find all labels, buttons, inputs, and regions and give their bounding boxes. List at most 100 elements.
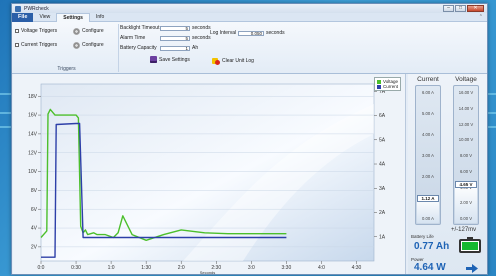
minimize-button[interactable]: – <box>443 5 454 12</box>
tab-view[interactable]: View <box>33 13 56 22</box>
alarm-time-label: Alarm Time <box>120 35 146 41</box>
legend-swatch-current <box>376 84 381 89</box>
y-left-tick-label: 14V <box>28 131 38 137</box>
legend-item-current: Current <box>376 84 398 89</box>
backlight-timeout-unit: seconds <box>192 25 211 31</box>
x-tick-label: 0:0 <box>38 265 45 271</box>
clear-unit-log-button[interactable]: Clear Unit Log <box>212 57 254 65</box>
voltage-meter-tick: 16.00 V <box>458 90 474 95</box>
current-meter-tick: 4.00 A <box>422 132 434 137</box>
settings-group: Backlight Timeout 5 seconds Alarm Time 5… <box>120 24 320 72</box>
y-left-tick-label: 10V <box>28 169 38 175</box>
arrow-right-icon <box>466 264 478 273</box>
readings-panel: Current Voltage 6.00 A 5.00 A 4.00 A 3.00 A… <box>408 74 487 274</box>
battery-capacity-label: Battery Capacity <box>120 45 157 51</box>
x-tick-label: 2:0 <box>178 265 185 271</box>
current-meter-tick: 6.00 A <box>422 90 434 95</box>
y-right-tick-label: 1A <box>379 234 386 240</box>
current-meter-tick: 5.00 A <box>422 111 434 116</box>
voltage-reading: 4.65 V <box>455 180 477 188</box>
gear-icon <box>73 27 80 35</box>
voltage-triggers-label: Voltage Triggers <box>21 28 58 34</box>
y-right-tick-label: 4A <box>379 162 386 168</box>
y-right-tick-label: 5A <box>379 137 386 143</box>
backlight-timeout-input[interactable]: 5 <box>160 25 190 31</box>
voltage-meter-tick: 10.00 V <box>458 137 474 143</box>
battery-capacity-unit: Ah <box>192 45 199 51</box>
y-right-tick-label: 6A <box>379 113 386 119</box>
y-right-tick-label: 2A <box>379 210 386 216</box>
window-controls: – □ ✕ <box>443 5 484 12</box>
maximize-button[interactable]: □ <box>455 5 466 12</box>
x-tick-label: 4:0 <box>318 265 325 271</box>
app-icon <box>15 5 21 12</box>
battery-cap <box>467 237 473 239</box>
triggers-group: Voltage Triggers Configure Current Trigg… <box>15 24 119 72</box>
x-tick-label: 3:0 <box>248 265 255 271</box>
y-left-tick-label: 18V <box>28 94 38 100</box>
x-tick-label: 3:30 <box>282 265 292 271</box>
legend-label-current: Current <box>382 84 398 89</box>
ribbon-collapse-icon[interactable]: ⌃ <box>479 14 483 20</box>
backlight-timeout-row: Backlight Timeout 5 seconds <box>120 25 211 31</box>
battery-icon <box>459 239 481 253</box>
voltage-tolerance: +/-127mv <box>451 227 477 233</box>
backlight-timeout-label: Backlight Timeout <box>120 25 160 31</box>
voltage-meter-tick: 14.00 V <box>458 105 474 111</box>
chart-panel: 2V 4V 6V 8V 10V 12V 14V 16V 18V 0:0 0:30 1:0 1:30 2:0… <box>13 74 406 274</box>
alarm-time-row: Alarm Time 5 seconds <box>120 35 211 41</box>
voltage-meter-tick: 0.00 V <box>459 216 473 221</box>
voltage-trigger-row: Voltage Triggers Configure <box>15 24 118 38</box>
voltage-triggers-checkbox[interactable] <box>15 29 19 33</box>
voltage-meter: 16.00 V 14.00 V 12.00 V 10.00 V 8.00 V 6.00 V… <box>453 85 479 225</box>
clear-log-icon <box>212 57 220 65</box>
clear-unit-log-label: Clear Unit Log <box>222 58 254 64</box>
alarm-time-input[interactable]: 5 <box>160 35 190 41</box>
chart-svg: 2V 4V 6V 8V 10V 12V 14V 16V 18V 0:0 0:30 1:0 1:30 2:0… <box>28 83 386 274</box>
log-interval-input[interactable]: 0.050 <box>238 30 264 36</box>
log-interval-row: Log Interval 0.050 seconds <box>210 30 285 36</box>
tab-info[interactable]: Info <box>90 13 110 22</box>
menu-bar: File View Settings Info ⌃ <box>12 12 487 22</box>
voltage-configure-button[interactable]: Configure <box>73 27 104 35</box>
alarm-time-unit: seconds <box>192 35 211 41</box>
current-meter: 6.00 A5.00 A4.00 A3.00 A2.00 A1.00 A0.00… <box>415 85 441 225</box>
y-left-tick-label: 12V <box>28 150 38 156</box>
current-configure-label: Configure <box>82 42 104 48</box>
legend-swatch-voltage <box>376 79 381 84</box>
current-configure-button[interactable]: Configure <box>73 41 104 49</box>
battery-life-label: Battery Life <box>411 234 434 239</box>
x-tick-label: 1:30 <box>141 265 151 271</box>
app-window: PWRcheck – □ ✕ File View Settings Info ⌃… <box>11 3 488 275</box>
y-right-tick-label: 3A <box>379 186 386 192</box>
y-left-tick-label: 2V <box>31 244 38 250</box>
x-tick-label: 1:0 <box>108 265 115 271</box>
current-trigger-row: Current Triggers Configure <box>15 38 118 52</box>
file-menu-button[interactable]: File <box>12 12 34 22</box>
save-settings-label: Save Settings <box>159 56 190 63</box>
chart-legend: Voltage Current <box>373 77 401 91</box>
voltage-meter-tick: 6.00 V <box>459 168 473 174</box>
current-meter-tick: 3.00 A <box>422 153 434 158</box>
voltage-meter-tick: 2.00 V <box>459 200 473 206</box>
current-triggers-label: Current Triggers <box>21 42 58 48</box>
y-left-tick-label: 8V <box>31 188 38 194</box>
triggers-group-caption: Triggers <box>57 66 76 72</box>
main-area: 2V 4V 6V 8V 10V 12V 14V 16V 18V 0:0 0:30 1:0 1:30 2:0… <box>12 74 487 274</box>
y-left-tick-label: 4V <box>31 226 38 232</box>
x-axis-label: Seconds <box>200 270 216 274</box>
save-settings-button[interactable]: Save Settings <box>150 56 190 63</box>
current-triggers-checkbox[interactable] <box>15 43 19 47</box>
close-button[interactable]: ✕ <box>467 5 484 12</box>
voltage-title: Voltage <box>455 76 477 83</box>
log-interval-label: Log Interval <box>210 30 237 36</box>
battery-capacity-input[interactable]: 1 <box>160 45 190 51</box>
battery-level-fill <box>462 242 478 250</box>
battery-life-value: 0.77 Ah <box>414 241 450 252</box>
ribbon: Voltage Triggers Configure Current Trigg… <box>12 22 487 74</box>
current-reading: 1.12 A <box>417 195 439 203</box>
voltage-configure-label: Configure <box>82 28 104 34</box>
save-icon <box>150 56 157 63</box>
tab-settings[interactable]: Settings <box>56 12 90 22</box>
gear-icon <box>73 41 80 49</box>
